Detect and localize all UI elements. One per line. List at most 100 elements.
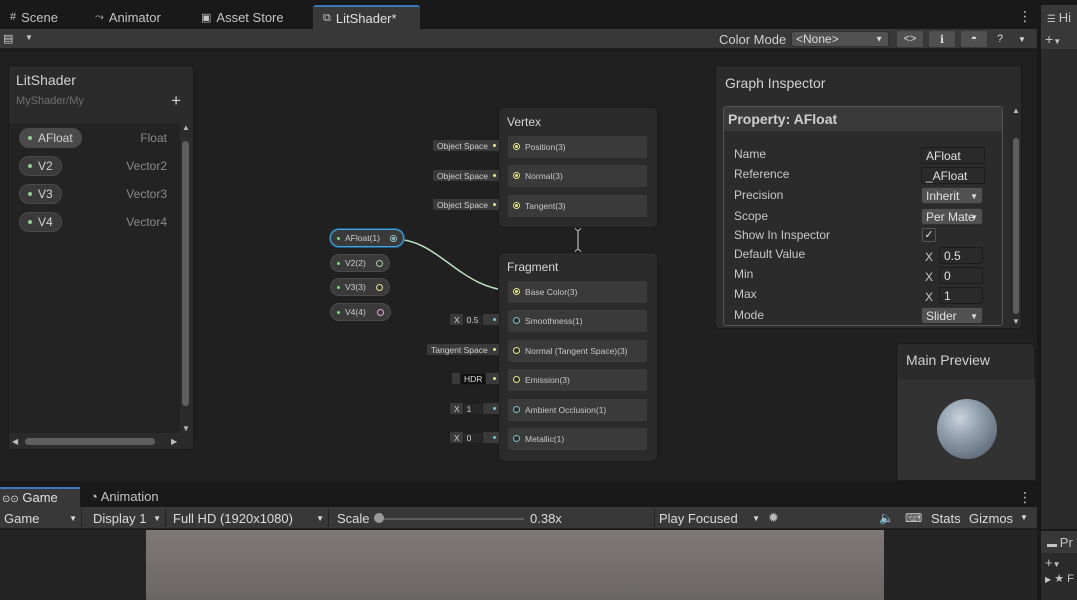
- vertex-slot-normal[interactable]: Normal(3): [508, 165, 647, 187]
- blackboard-property-v4[interactable]: V4: [19, 212, 62, 232]
- tangent-space-input[interactable]: Object Space: [432, 198, 500, 211]
- clock-icon: ◔: [90, 489, 98, 504]
- hierarchy-add-button[interactable]: +▼: [1041, 29, 1077, 49]
- mute-audio-icon[interactable]: 🔈: [879, 511, 894, 525]
- stats-button[interactable]: Stats: [931, 511, 961, 526]
- game-tab-bar: ⊙⊙ Game ◔ Animation ⋮: [0, 487, 1037, 507]
- scroll-right-icon[interactable]: ▶: [171, 437, 177, 446]
- port-icon[interactable]: [377, 309, 384, 316]
- keyboard-icon[interactable]: ⌨: [905, 511, 922, 525]
- scale-slider[interactable]: [378, 518, 524, 520]
- scale-slider-handle[interactable]: [374, 513, 384, 523]
- fragment-slot-base-color[interactable]: Base Color(3): [508, 281, 647, 303]
- fragment-slot-smoothness[interactable]: Smoothness(1): [508, 310, 647, 332]
- port-icon[interactable]: [376, 284, 383, 291]
- min-field[interactable]: 0: [939, 267, 983, 284]
- blackboard-property-v2[interactable]: V2: [19, 156, 62, 176]
- port-icon[interactable]: [376, 260, 383, 267]
- reference-label: Reference: [734, 167, 790, 181]
- scope-label: Scope: [734, 209, 769, 223]
- port-icon[interactable]: [513, 347, 520, 354]
- hierarchy-content[interactable]: [1041, 49, 1077, 529]
- ao-input[interactable]: X 1: [449, 402, 500, 415]
- fragment-slot-emission[interactable]: Emission(3): [508, 369, 647, 391]
- property-node-v4[interactable]: V4(4): [330, 303, 391, 321]
- property-type: Float: [140, 131, 167, 145]
- position-space-input[interactable]: Object Space: [432, 139, 500, 152]
- port-icon[interactable]: [513, 376, 520, 383]
- blackboard-vertical-scrollbar[interactable]: ▲ ▼: [180, 123, 192, 433]
- property-node-v2[interactable]: V2(2): [330, 254, 390, 272]
- fragment-slot-metallic[interactable]: Metallic(1): [508, 428, 647, 450]
- project-content: +▼ ▶ ★ F: [1041, 553, 1077, 600]
- scope-value: Per Mate: [926, 210, 975, 224]
- game-tab-menu-icon[interactable]: ⋮: [1018, 489, 1032, 506]
- game-view-select[interactable]: Game ▼: [0, 509, 82, 527]
- normal-ts-space-input[interactable]: Tangent Space: [426, 343, 500, 356]
- gizmos-button[interactable]: Gizmos: [969, 511, 1013, 526]
- property-node-afloat[interactable]: AFloat(1): [330, 229, 404, 247]
- hierarchy-tab[interactable]: ☰ Hi: [1041, 5, 1077, 29]
- port-icon[interactable]: [390, 235, 397, 242]
- scroll-left-icon[interactable]: ◀: [12, 437, 18, 446]
- vertex-slot-position[interactable]: Position(3): [508, 136, 647, 158]
- input-value[interactable]: 1: [462, 402, 483, 415]
- max-field[interactable]: 1: [939, 287, 983, 304]
- metallic-input[interactable]: X 0: [449, 431, 500, 444]
- port-icon[interactable]: [513, 406, 520, 413]
- port-icon[interactable]: [513, 202, 520, 209]
- smoothness-input[interactable]: X 0.5: [449, 313, 500, 326]
- fragment-context-node[interactable]: Fragment Base Color(3) Smoothness(1) Nor…: [498, 252, 658, 462]
- bug-icon[interactable]: ✹: [768, 510, 779, 526]
- project-add-button[interactable]: +▼: [1045, 555, 1077, 570]
- input-value[interactable]: 0.5: [462, 313, 483, 326]
- preview-viewport[interactable]: [898, 379, 1035, 480]
- fragment-slot-normal-ts[interactable]: Normal (Tangent Space)(3): [508, 340, 647, 362]
- port-icon[interactable]: [513, 435, 520, 442]
- chevron-down-icon: ▼: [153, 514, 161, 523]
- reference-field[interactable]: _AFloat: [921, 167, 985, 184]
- scrollbar-thumb[interactable]: [25, 438, 155, 445]
- normal-space-input[interactable]: Object Space: [432, 169, 500, 182]
- display-select[interactable]: Display 1 ▼: [89, 509, 166, 527]
- scope-select[interactable]: Per Mate ▼: [921, 208, 983, 225]
- port-icon[interactable]: [513, 143, 520, 150]
- blackboard-horizontal-scrollbar[interactable]: ◀ ▶: [9, 435, 184, 449]
- input-value[interactable]: 0: [462, 431, 483, 444]
- property-node-v3[interactable]: V3(3): [330, 278, 390, 296]
- emission-hdr-input[interactable]: HDR: [451, 372, 500, 385]
- game-view[interactable]: [0, 530, 1037, 600]
- blackboard-path[interactable]: MyShader/My: [16, 95, 84, 107]
- scrollbar-thumb[interactable]: [1013, 138, 1019, 314]
- name-field[interactable]: AFloat: [921, 147, 985, 164]
- tab-animation[interactable]: ◔ Animation: [90, 489, 159, 504]
- scroll-down-icon[interactable]: ▼: [1012, 317, 1020, 326]
- port-icon[interactable]: [513, 172, 520, 179]
- play-mode-select[interactable]: Play Focused ▼: [654, 509, 764, 527]
- port-icon[interactable]: [513, 317, 520, 324]
- scroll-up-icon[interactable]: ▲: [1012, 106, 1020, 115]
- gamepad-icon: ⊙⊙: [2, 494, 19, 505]
- favorites-item[interactable]: ▶ ★ F: [1045, 572, 1077, 585]
- fragment-slot-ao[interactable]: Ambient Occlusion(1): [508, 399, 647, 421]
- scrollbar-thumb[interactable]: [182, 141, 189, 406]
- vertex-context-node[interactable]: Vertex Position(3) Normal(3) Tangent(3): [498, 107, 658, 228]
- inspector-scrollbar[interactable]: ▲ ▼: [1011, 106, 1021, 326]
- port-icon[interactable]: [513, 288, 520, 295]
- add-property-button[interactable]: +: [171, 91, 181, 111]
- vertex-slot-tangent[interactable]: Tangent(3): [508, 195, 647, 217]
- gizmos-dropdown-icon[interactable]: ▼: [1020, 513, 1028, 522]
- blackboard-property-v3[interactable]: V3: [19, 184, 62, 204]
- show-in-inspector-checkbox[interactable]: ✓: [922, 228, 936, 242]
- property-type: Vector2: [126, 159, 167, 173]
- scroll-up-icon[interactable]: ▲: [182, 123, 190, 132]
- blackboard-property-afloat[interactable]: AFloat: [19, 128, 82, 148]
- resolution-select[interactable]: Full HD (1920x1080) ▼: [169, 509, 329, 527]
- tab-game[interactable]: ⊙⊙ Game: [0, 487, 80, 507]
- mode-select[interactable]: Slider ▼: [921, 307, 983, 324]
- scroll-down-icon[interactable]: ▼: [182, 424, 190, 433]
- precision-select[interactable]: Inherit ▼: [921, 187, 983, 204]
- hdr-color-swatch[interactable]: HDR: [460, 372, 487, 385]
- project-tab[interactable]: ▬ Pr: [1041, 531, 1077, 553]
- default-value-field[interactable]: 0.5: [939, 247, 983, 264]
